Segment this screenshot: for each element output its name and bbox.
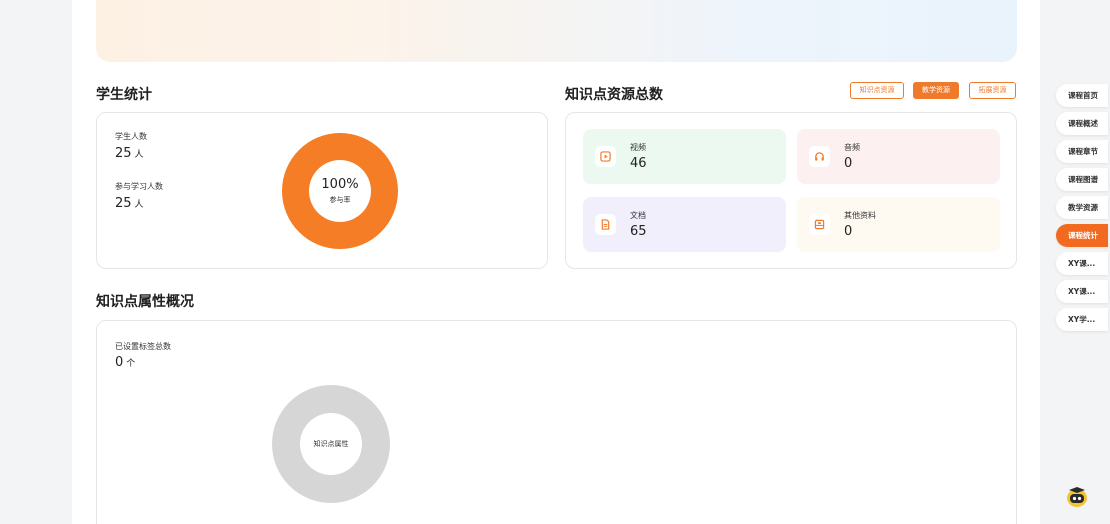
student-stats-title: 学生统计 <box>96 87 152 103</box>
tag-total-unit: 个 <box>126 359 136 369</box>
resource-name: 文档 <box>630 211 646 220</box>
header-banner <box>96 0 1017 62</box>
knowledge-attrs-card: 已设置标签总数 0个 知识点属性 <box>96 320 1017 524</box>
resource-name: 视频 <box>630 143 646 152</box>
tag-total-value: 0个 <box>115 355 135 370</box>
side-nav-xy-study[interactable]: XY学... <box>1056 308 1108 331</box>
resource-count: 46 <box>630 156 647 171</box>
student-count-label: 学生人数 <box>115 132 147 141</box>
resource-tile-audio[interactable]: 音频 0 <box>797 129 1000 184</box>
resources-title: 知识点资源总数 <box>565 87 663 103</box>
extended-resource-button[interactable]: 拓展资源 <box>969 82 1016 99</box>
side-nav: 课程首页 课程概述 课程章节 课程图谱 教学资源 课程统计 XY课... XY课… <box>1056 84 1108 336</box>
archive-icon <box>809 214 830 235</box>
resources-card: 视频 46 音频 0 文档 65 其他资料 0 <box>565 112 1017 269</box>
teaching-resource-button[interactable]: 教学资源 <box>913 82 959 99</box>
side-nav-xy-course-1[interactable]: XY课... <box>1056 252 1108 275</box>
resource-name: 其他资料 <box>844 211 876 220</box>
side-nav-course-overview[interactable]: 课程概述 <box>1056 112 1108 135</box>
participation-rate-label: 参与率 <box>329 196 351 204</box>
student-stats-card: 学生人数 25 人 参与学习人数 25 人 100% 参与率 <box>96 112 548 269</box>
resource-tile-other[interactable]: 其他资料 0 <box>797 197 1000 252</box>
resource-count: 0 <box>844 156 853 171</box>
resource-tile-document[interactable]: 文档 65 <box>583 197 786 252</box>
side-nav-course-graph[interactable]: 课程图谱 <box>1056 168 1108 191</box>
side-nav-teaching-resources[interactable]: 教学资源 <box>1056 196 1108 219</box>
participant-count-unit: 人 <box>134 200 144 210</box>
resource-tile-video[interactable]: 视频 46 <box>583 129 786 184</box>
participant-count-label: 参与学习人数 <box>115 182 163 191</box>
knowledge-attr-ring-chart: 知识点属性 <box>272 385 390 503</box>
participation-ring-center: 100% 参与率 <box>309 160 371 222</box>
student-count-unit: 人 <box>134 150 144 160</box>
participation-ring-chart: 100% 参与率 <box>282 133 398 249</box>
tag-total-label: 已设置标签总数 <box>115 342 171 351</box>
participant-count-number: 25 <box>115 196 132 211</box>
knowledge-resource-button[interactable]: 知识点资源 <box>850 82 904 99</box>
knowledge-attr-ring-label: 知识点属性 <box>313 440 349 448</box>
knowledge-attr-ring-center: 知识点属性 <box>300 413 362 475</box>
side-nav-course-stats[interactable]: 课程统计 <box>1056 224 1108 247</box>
student-count-number: 25 <box>115 146 132 161</box>
side-nav-xy-course-2[interactable]: XY课... <box>1056 280 1108 303</box>
knowledge-attrs-title: 知识点属性概况 <box>96 294 194 310</box>
headphones-icon <box>809 146 830 167</box>
participant-count-value: 25 人 <box>115 196 144 211</box>
tag-total-number: 0 <box>115 355 124 370</box>
document-icon <box>595 214 616 235</box>
resource-count: 65 <box>630 224 647 239</box>
side-nav-course-home[interactable]: 课程首页 <box>1056 84 1108 107</box>
resource-name: 音频 <box>844 143 860 152</box>
robot-assistant-icon[interactable] <box>1065 484 1089 508</box>
participation-rate-value: 100% <box>321 177 359 192</box>
student-count-value: 25 人 <box>115 146 144 161</box>
side-nav-course-chapters[interactable]: 课程章节 <box>1056 140 1108 163</box>
resource-count: 0 <box>844 224 853 239</box>
main-content: 学生统计 学生人数 25 人 参与学习人数 25 人 100% 参与率 知识点资源总… <box>72 0 1040 524</box>
video-play-icon <box>595 146 616 167</box>
